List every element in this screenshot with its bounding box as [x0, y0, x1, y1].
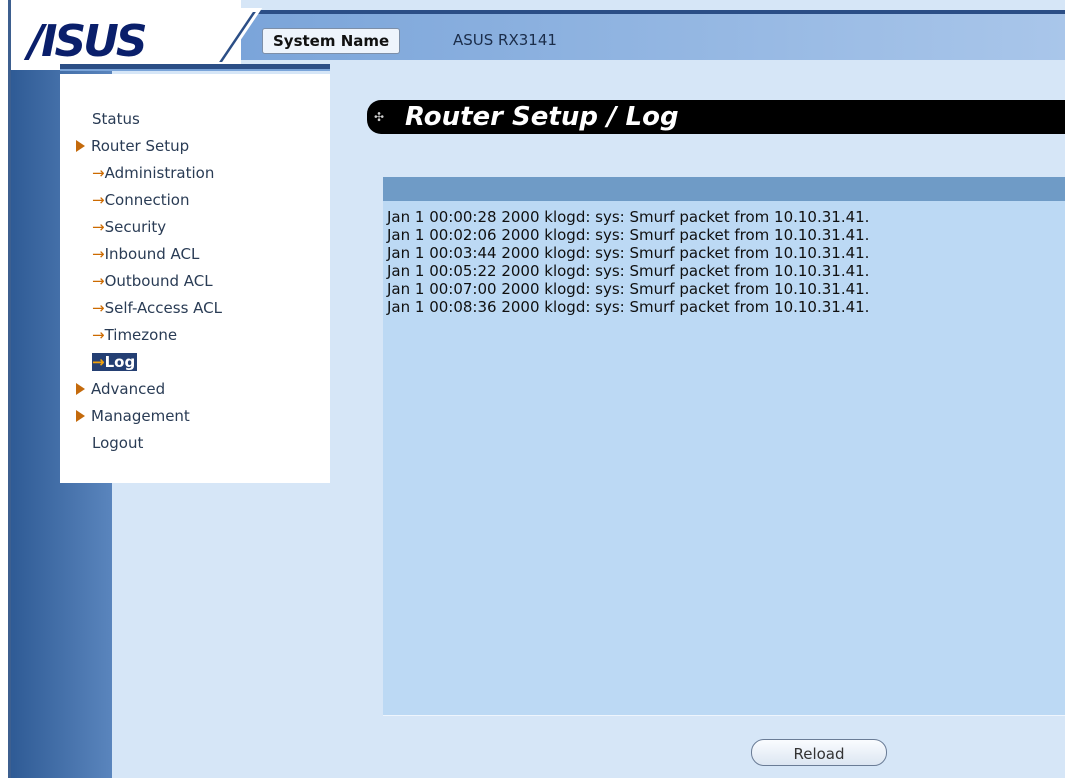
menu-item-log[interactable]: →Log: [92, 349, 222, 376]
right-arrow-icon: →: [92, 164, 105, 182]
log-entry: Jan 1 00:05:22 2000 klogd: sys: Smurf pa…: [387, 262, 870, 280]
expand-arrow-icon: [76, 410, 85, 422]
nav-menu: Status Router Setup →Administration →Connec…: [76, 106, 222, 457]
log-entry: Jan 1 00:03:44 2000 klogd: sys: Smurf pa…: [387, 244, 870, 262]
menu-item-label: Self-Access ACL: [104, 299, 222, 317]
menu-item-outbound-acl[interactable]: →Outbound ACL: [92, 268, 222, 295]
menu-item-label: Connection: [104, 191, 190, 209]
menu-item-status[interactable]: Status: [92, 106, 222, 133]
right-arrow-icon: →: [92, 353, 105, 371]
menu-item-label: Administration: [104, 164, 215, 182]
title-bullet-icon: ✣: [374, 110, 385, 124]
expand-arrow-icon: [76, 383, 85, 395]
right-arrow-icon: →: [92, 191, 105, 209]
right-arrow-icon: →: [92, 299, 105, 317]
menu-item-label: Advanced: [91, 380, 166, 398]
menu-item-timezone[interactable]: →Timezone: [92, 322, 222, 349]
right-arrow-icon: →: [92, 245, 105, 263]
menu-item-label: Management: [91, 407, 190, 425]
right-arrow-icon: →: [92, 218, 105, 236]
menu-item-logout[interactable]: Logout: [92, 430, 222, 457]
menu-item-inbound-acl[interactable]: →Inbound ACL: [92, 241, 222, 268]
log-header-bar: [383, 177, 1065, 201]
system-name-value: ASUS RX3141: [453, 31, 557, 49]
log-bottom-line: [383, 715, 1065, 716]
menu-item-label: Router Setup: [91, 137, 190, 155]
menu-item-label: Inbound ACL: [104, 245, 200, 263]
menu-item-label: Status: [92, 110, 140, 128]
menu-item-connection[interactable]: →Connection: [92, 187, 222, 214]
menu-item-label: Logout: [92, 434, 144, 452]
expand-arrow-icon: [76, 140, 85, 152]
log-entry: Jan 1 00:02:06 2000 klogd: sys: Smurf pa…: [387, 226, 870, 244]
menu-item-label: Timezone: [104, 326, 178, 344]
log-entry: Jan 1 00:08:36 2000 klogd: sys: Smurf pa…: [387, 298, 870, 316]
menu-item-label: Outbound ACL: [104, 272, 213, 290]
menu-item-administration[interactable]: →Administration: [92, 160, 222, 187]
asus-logo: /ISUS: [28, 16, 148, 67]
log-entry: Jan 1 00:07:00 2000 klogd: sys: Smurf pa…: [387, 280, 870, 298]
menu-item-advanced[interactable]: Advanced: [76, 376, 222, 403]
right-arrow-icon: →: [92, 272, 105, 290]
system-name-label: System Name: [262, 28, 401, 54]
menu-item-security[interactable]: →Security: [92, 214, 222, 241]
log-entry: Jan 1 00:00:28 2000 klogd: sys: Smurf pa…: [387, 208, 870, 226]
menu-item-management[interactable]: Management: [76, 403, 222, 430]
menu-item-label: Security: [104, 218, 167, 236]
right-arrow-icon: →: [92, 326, 105, 344]
reload-button[interactable]: Reload: [751, 739, 887, 766]
page-title: Router Setup / Log: [405, 102, 679, 132]
menu-item-self-access-acl[interactable]: →Self-Access ACL: [92, 295, 222, 322]
logo-underline-accent: [60, 69, 330, 71]
menu-item-router-setup[interactable]: Router Setup: [76, 133, 222, 160]
menu-item-label: Log: [104, 353, 136, 371]
left-edge: [0, 0, 8, 778]
